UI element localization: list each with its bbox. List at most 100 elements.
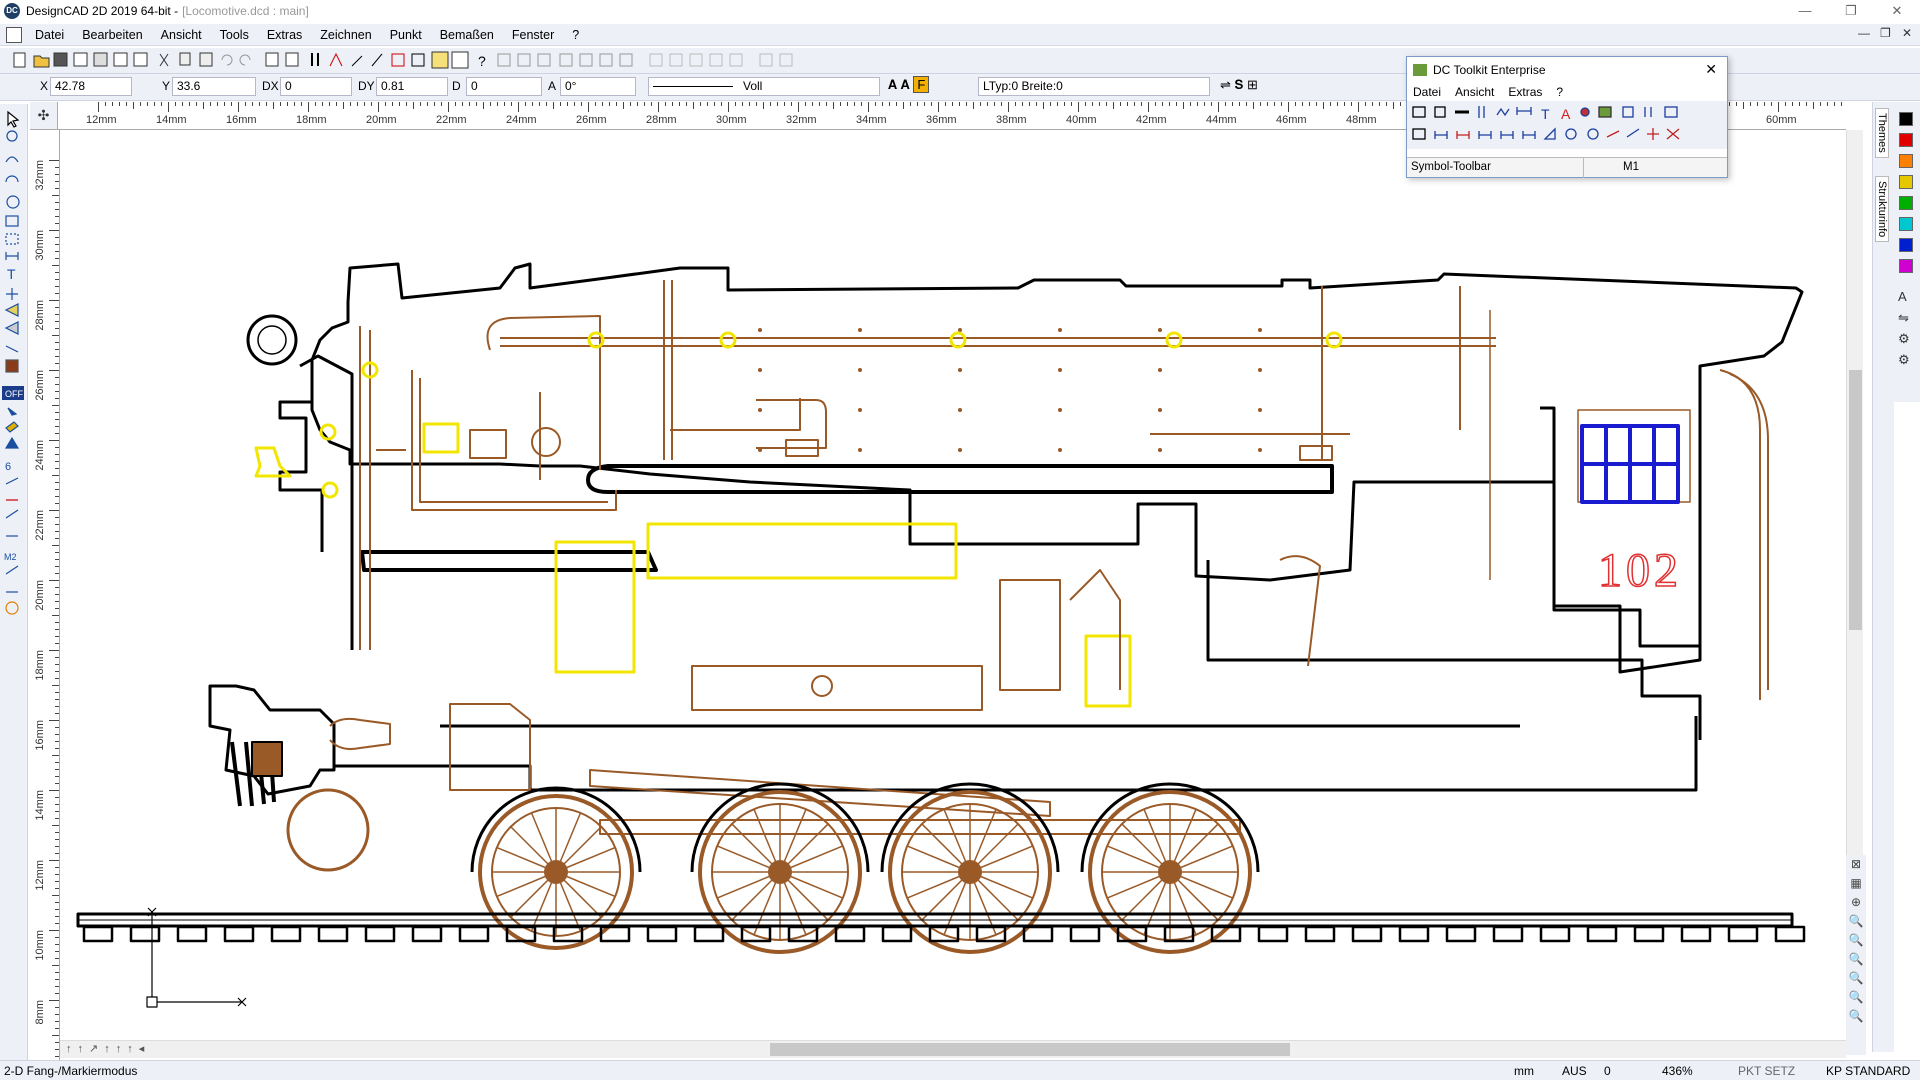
horizontal-scrollbar[interactable]: ↑↑↗↑↑↑◂: [60, 1040, 1846, 1058]
ruler-top-label: 22mm: [436, 114, 467, 126]
svg-text:?: ?: [478, 53, 486, 69]
color-swatch-red[interactable]: [1899, 133, 1913, 147]
ruler-left-label: 12mm: [34, 860, 46, 891]
menu-bearbeiten[interactable]: Bearbeiten: [73, 28, 151, 42]
status-aus[interactable]: AUS: [1562, 1064, 1587, 1078]
horizontal-scroll-thumb[interactable]: [770, 1043, 1290, 1056]
ruler-top-label: 18mm: [296, 114, 327, 126]
palette-tools[interactable]: A ⇋ ⚙ ⚙: [1898, 286, 1910, 370]
document-icon[interactable]: [6, 26, 22, 43]
line-type-select[interactable]: LTyp:0 Breite:0: [978, 77, 1210, 96]
rail-tie: [458, 925, 490, 943]
dc-toolkit-menu: Datei Ansicht Extras ?: [1407, 83, 1727, 101]
menu-datei[interactable]: Datei: [26, 28, 73, 42]
status-unit: mm: [1514, 1064, 1534, 1078]
document-title: [Locomotive.dcd : main]: [182, 4, 309, 18]
mdi-close-button[interactable]: ✕: [1902, 26, 1912, 40]
layer-nav-buttons[interactable]: ↑↑↗↑↑↑◂: [66, 1042, 150, 1055]
right-side-tabs: Themes Strukturinfo: [1872, 102, 1894, 1052]
ruler-top-label: 38mm: [996, 114, 1027, 126]
tab-themes[interactable]: Themes: [1875, 108, 1889, 158]
close-button[interactable]: ✕: [1874, 0, 1920, 22]
zoom-toolbar[interactable]: ⊠ ▦ ⊕ 🔍 🔍 🔍 🔍 🔍 🔍: [1846, 855, 1866, 1055]
dc-status-mid: M1: [1623, 161, 1639, 173]
dc-menu-datei[interactable]: Datei: [1413, 85, 1441, 99]
dy-field[interactable]: 0.81: [376, 77, 448, 96]
a-label: A: [548, 79, 557, 93]
rail-tie: [364, 925, 396, 943]
menu-help[interactable]: ?: [563, 28, 588, 42]
rail-tie: [317, 925, 349, 943]
title-bar: DC DesignCAD 2D 2019 64-bit - [Locomotiv…: [0, 0, 1920, 22]
ruler-top-label: 28mm: [646, 114, 677, 126]
ruler-top-label: 16mm: [226, 114, 257, 126]
menu-punkt[interactable]: Punkt: [381, 28, 431, 42]
color-swatch-yellow[interactable]: [1899, 175, 1913, 189]
color-swatch-blue[interactable]: [1899, 238, 1913, 252]
menu-fenster[interactable]: Fenster: [503, 28, 563, 42]
rail-tie: [693, 925, 725, 943]
pilot-wheel: [286, 788, 370, 872]
status-bar: 2-D Fang-/Markiermodus mm AUS 0 436% PKT…: [0, 1060, 1920, 1080]
rail-tie: [270, 925, 302, 943]
ruler-origin-button[interactable]: ✣: [30, 102, 58, 130]
rail-tie: [223, 925, 255, 943]
d-field[interactable]: 0: [466, 77, 542, 96]
toolbar-icons[interactable]: ?: [0, 48, 820, 74]
color-swatch-cyan[interactable]: [1899, 217, 1913, 231]
rail-tie: [1257, 925, 1289, 943]
dc-toolkit-icon: [1413, 64, 1427, 76]
color-swatch-magenta[interactable]: [1899, 259, 1913, 273]
svg-text:6: 6: [5, 461, 11, 473]
menu-extras[interactable]: Extras: [258, 28, 311, 42]
ruler-top-label: 46mm: [1276, 114, 1307, 126]
drawing-canvas[interactable]: 102: [60, 130, 1846, 1040]
status-pkt[interactable]: PKT SETZ: [1738, 1064, 1795, 1078]
color-swatch-green[interactable]: [1899, 196, 1913, 210]
dc-toolkit-close-button[interactable]: ✕: [1705, 61, 1717, 78]
ruler-top-label: 32mm: [786, 114, 817, 126]
dc-menu-ansicht[interactable]: Ansicht: [1455, 85, 1494, 99]
status-kp[interactable]: KP STANDARD: [1826, 1064, 1910, 1078]
ruler-top-label: 44mm: [1206, 114, 1237, 126]
ruler-left-label: 16mm: [34, 720, 46, 751]
color-swatch-orange[interactable]: [1899, 154, 1913, 168]
d-label: D: [452, 79, 461, 93]
menu-ansicht[interactable]: Ansicht: [152, 28, 211, 42]
ruler-top-label: 12mm: [86, 114, 117, 126]
restore-button[interactable]: ❐: [1828, 0, 1874, 22]
line-style-select[interactable]: Voll: [648, 77, 880, 96]
ruler-top-label: 36mm: [926, 114, 957, 126]
snap-buttons[interactable]: ⇌ 𝐒 ⊞: [1220, 77, 1290, 96]
mdi-restore-button[interactable]: ❐: [1880, 26, 1891, 40]
ruler-top-label: 48mm: [1346, 114, 1377, 126]
dc-menu-help[interactable]: ?: [1556, 85, 1563, 99]
rail-tie: [1445, 925, 1477, 943]
y-coordinate-field[interactable]: 33.6: [172, 77, 256, 96]
mdi-minimize-button[interactable]: —: [1858, 26, 1870, 40]
app-logo-icon: DC: [4, 3, 20, 19]
text-style-buttons[interactable]: 𝐀 𝐀 F: [888, 76, 958, 96]
color-swatch-black[interactable]: [1899, 112, 1913, 126]
angle-field[interactable]: 0°: [560, 77, 636, 96]
menu-bemassen[interactable]: Bemaßen: [431, 28, 503, 42]
tab-strukturinfo[interactable]: Strukturinfo: [1875, 176, 1889, 243]
line-style-value: Voll: [743, 79, 763, 93]
minimize-button[interactable]: —: [1782, 0, 1828, 22]
dc-menu-extras[interactable]: Extras: [1508, 85, 1542, 99]
x-coordinate-field[interactable]: 42.78: [50, 77, 132, 96]
svg-text:T: T: [1541, 106, 1550, 122]
dc-status-left: Symbol-Toolbar: [1411, 161, 1491, 173]
drawing-tools[interactable]: T OFF 6 M2: [0, 104, 28, 704]
vertical-scroll-thumb[interactable]: [1849, 370, 1862, 630]
dc-toolkit-panel: DC Toolkit Enterprise ✕ Datei Ansicht Ex…: [1406, 56, 1728, 178]
vertical-ruler: 32mm 30mm 28mm 26mm 24mm 22mm 20mm 18mm 16mm 14mm…: [32, 130, 60, 1060]
rail-tie: [1069, 925, 1101, 943]
menu-zeichnen[interactable]: Zeichnen: [311, 28, 380, 42]
dc-toolkit-symbols[interactable]: T A: [1407, 101, 1727, 149]
rail-tie: [646, 925, 678, 943]
dc-toolkit-titlebar[interactable]: DC Toolkit Enterprise ✕: [1407, 57, 1727, 83]
x-label: X: [40, 79, 49, 93]
menu-tools[interactable]: Tools: [211, 28, 258, 42]
dx-field[interactable]: 0: [280, 77, 352, 96]
